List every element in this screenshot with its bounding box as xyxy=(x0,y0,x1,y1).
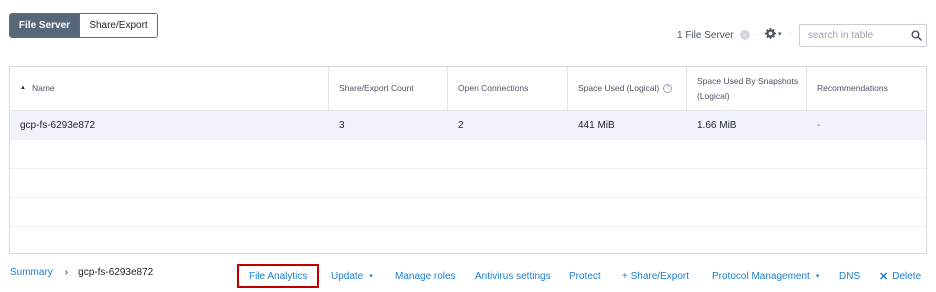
action-bar: File Analytics Update ▾ Manage roles Ant… xyxy=(0,264,936,288)
empty-row xyxy=(10,198,926,227)
cell-recommendations: - xyxy=(817,119,821,131)
table-settings-button[interactable]: ▾ xyxy=(765,28,782,39)
tab-file-server[interactable]: File Server xyxy=(10,14,79,37)
cell-space-used-snapshots: 1.66 MiB xyxy=(697,119,737,131)
delete-link[interactable]: ✕ Delete xyxy=(879,265,921,287)
add-share-export-link[interactable]: + Share/Export xyxy=(622,265,689,287)
table-search xyxy=(799,24,927,47)
gear-icon xyxy=(765,28,776,39)
view-toggle: File Server Share/Export xyxy=(9,13,158,38)
column-header-space-used[interactable]: Space Used (Logical) ? xyxy=(568,67,687,110)
next-page-icon[interactable]: › xyxy=(740,30,750,40)
empty-row xyxy=(10,169,926,198)
info-icon[interactable]: ? xyxy=(663,84,673,93)
update-dropdown[interactable]: Update ▾ xyxy=(331,265,373,287)
antivirus-settings-link[interactable]: Antivirus settings xyxy=(475,265,551,287)
cell-open-connections: 2 xyxy=(458,119,464,131)
cell-name: gcp-fs-6293e872 xyxy=(20,119,96,131)
column-header-space-used-snapshots[interactable]: Space Used By Snapshots (Logical) xyxy=(687,67,807,110)
protect-link[interactable]: Protect xyxy=(569,265,601,287)
dns-link[interactable]: DNS xyxy=(839,265,860,287)
column-header-name[interactable]: ▲ Name xyxy=(10,67,329,110)
column-header-open-connections[interactable]: Open Connections xyxy=(448,67,568,110)
chevron-down-icon: ▾ xyxy=(369,273,373,280)
search-icon[interactable] xyxy=(906,30,926,41)
manage-roles-link[interactable]: Manage roles xyxy=(395,265,456,287)
separator-dot: · xyxy=(789,29,792,39)
column-header-recommendations[interactable]: Recommendations xyxy=(807,67,926,110)
search-input[interactable] xyxy=(800,25,906,46)
chevron-down-icon: ▾ xyxy=(815,273,820,280)
column-header-share-export-count[interactable]: Share/Export Count xyxy=(329,67,448,110)
cell-space-used: 441 MiB xyxy=(578,119,615,131)
empty-row xyxy=(10,140,926,169)
protocol-management-dropdown[interactable]: Protocol Management ▾ xyxy=(712,265,819,287)
sort-ascending-icon: ▲ xyxy=(20,85,26,91)
tab-share-export[interactable]: Share/Export xyxy=(79,14,157,37)
table-header: ▲ Name Share/Export Count Open Connectio… xyxy=(10,67,926,111)
cell-share-export-count: 3 xyxy=(339,119,345,131)
chevron-down-icon: ▾ xyxy=(778,30,782,38)
file-server-count: 1 File Server xyxy=(677,30,734,41)
x-icon: ✕ xyxy=(879,270,889,283)
file-server-table: ▲ Name Share/Export Count Open Connectio… xyxy=(9,66,927,254)
file-analytics-link[interactable]: File Analytics xyxy=(237,264,320,288)
table-row[interactable]: gcp-fs-6293e872 3 2 441 MiB 1.66 MiB - xyxy=(10,111,926,140)
separator-dot: · xyxy=(756,29,759,39)
